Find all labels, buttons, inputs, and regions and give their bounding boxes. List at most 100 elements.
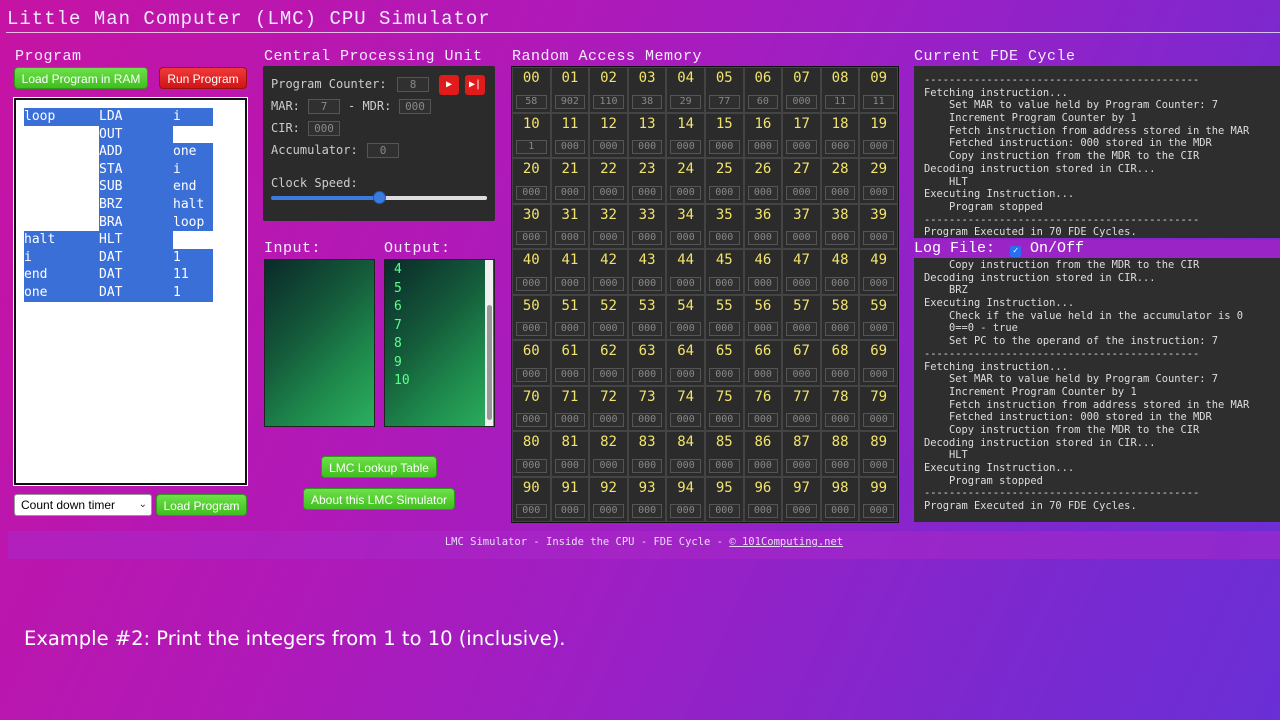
ram-value[interactable]: 000 (516, 276, 547, 291)
ram-value[interactable]: 000 (863, 140, 894, 154)
ram-value[interactable]: 000 (708, 413, 740, 427)
ram-value[interactable]: 000 (786, 458, 817, 473)
ram-value[interactable]: 000 (631, 140, 663, 154)
ram-value[interactable]: 000 (593, 185, 624, 200)
ram-value[interactable]: 000 (670, 231, 701, 245)
program-select[interactable]: Count down timer ⌄ (14, 494, 152, 516)
ram-value[interactable]: 000 (824, 322, 856, 336)
ram-value[interactable]: 000 (516, 322, 547, 336)
ram-value[interactable]: 58 (516, 94, 547, 109)
ram-value[interactable]: 000 (516, 367, 547, 382)
ram-value[interactable]: 000 (747, 276, 779, 291)
ram-value[interactable]: 000 (863, 231, 894, 245)
clock-speed-slider[interactable] (271, 191, 487, 204)
ram-value[interactable]: 38 (631, 94, 663, 109)
code-line[interactable]: ADD one (24, 143, 237, 161)
ram-value[interactable]: 000 (670, 276, 701, 291)
ram-value[interactable]: 000 (708, 504, 740, 518)
run-program-button[interactable]: Run Program (159, 67, 247, 89)
code-line[interactable]: OUT (24, 125, 237, 144)
ram-value[interactable]: 000 (824, 504, 856, 518)
ram-value[interactable]: 000 (863, 185, 894, 200)
ram-value[interactable]: 000 (747, 504, 779, 518)
ram-value[interactable]: 000 (747, 458, 779, 473)
ram-value[interactable]: 000 (670, 504, 701, 518)
ram-value[interactable]: 000 (708, 276, 740, 291)
ram-value[interactable]: 000 (824, 276, 856, 291)
code-line[interactable]: one DAT 1 (24, 283, 237, 302)
ram-value[interactable]: 000 (747, 413, 779, 427)
ram-value[interactable]: 000 (786, 504, 817, 518)
ram-value[interactable]: 000 (863, 322, 894, 336)
code-line[interactable]: BRZ halt (24, 195, 237, 214)
ram-value[interactable]: 000 (708, 231, 740, 245)
ram-value[interactable]: 000 (824, 367, 856, 382)
ram-value[interactable]: 11 (863, 94, 894, 109)
ram-value[interactable]: 1 (516, 140, 547, 154)
ram-value[interactable]: 000 (708, 322, 740, 336)
log-toggle-checkbox[interactable]: ✓ (1010, 246, 1022, 257)
code-line[interactable]: halt HLT (24, 231, 237, 249)
ram-value[interactable]: 000 (824, 413, 856, 427)
clock-speed-thumb[interactable] (373, 191, 386, 204)
ram-value[interactable]: 000 (593, 276, 624, 291)
ram-value[interactable]: 000 (631, 276, 663, 291)
ram-value[interactable]: 000 (593, 413, 624, 427)
ram-value[interactable]: 000 (593, 458, 624, 473)
code-line[interactable]: BRA loop (24, 213, 237, 232)
ram-value[interactable]: 000 (786, 140, 817, 154)
log-toggle-label[interactable]: On/Off (1030, 240, 1084, 257)
ram-value[interactable]: 77 (708, 94, 740, 109)
ram-value[interactable]: 000 (824, 231, 856, 245)
ram-value[interactable]: 000 (863, 504, 894, 518)
ram-value[interactable]: 000 (631, 413, 663, 427)
ram-value[interactable]: 000 (708, 458, 740, 473)
program-editor[interactable]: loop LDA i OUT ADD one STA i SUB end BRZ halt BRA loo… (13, 97, 248, 486)
code-line[interactable]: i DAT 1 (24, 248, 237, 267)
ram-value[interactable]: 000 (670, 367, 701, 382)
ram-value[interactable]: 000 (786, 367, 817, 382)
ram-value[interactable]: 000 (786, 322, 817, 336)
ram-value[interactable]: 60 (747, 94, 779, 109)
ram-value[interactable]: 000 (670, 140, 701, 154)
ram-value[interactable]: 000 (554, 140, 586, 154)
ram-value[interactable]: 000 (554, 231, 586, 245)
ram-value[interactable]: 000 (516, 413, 547, 427)
ram-value[interactable]: 000 (516, 185, 547, 200)
ram-value[interactable]: 000 (747, 367, 779, 382)
ram-value[interactable]: 000 (670, 458, 701, 473)
ram-value[interactable]: 000 (747, 322, 779, 336)
ram-value[interactable]: 000 (554, 504, 586, 518)
play-icon[interactable]: ▶ (439, 75, 459, 95)
ram-value[interactable]: 000 (786, 94, 817, 109)
about-simulator-button[interactable]: About this LMC Simulator (303, 488, 455, 510)
load-program-button[interactable]: Load Program (156, 494, 247, 516)
ram-value[interactable]: 000 (631, 322, 663, 336)
ram-value[interactable]: 000 (631, 231, 663, 245)
ram-value[interactable]: 000 (631, 185, 663, 200)
ram-value[interactable]: 11 (824, 94, 856, 109)
code-line[interactable]: end DAT 11 (24, 266, 237, 284)
ram-value[interactable]: 000 (631, 367, 663, 382)
load-program-in-ram-button[interactable]: Load Program in RAM (14, 67, 148, 89)
ram-value[interactable]: 000 (786, 231, 817, 245)
ram-value[interactable]: 000 (593, 504, 624, 518)
ram-value[interactable]: 110 (593, 94, 624, 109)
ram-value[interactable]: 000 (554, 185, 586, 200)
ram-value[interactable]: 000 (747, 231, 779, 245)
ram-value[interactable]: 000 (516, 504, 547, 518)
ram-value[interactable]: 29 (670, 94, 701, 109)
ram-value[interactable]: 000 (593, 140, 624, 154)
ram-value[interactable]: 000 (554, 458, 586, 473)
ram-value[interactable]: 000 (863, 458, 894, 473)
input-box[interactable] (264, 259, 375, 427)
ram-value[interactable]: 000 (670, 322, 701, 336)
ram-value[interactable]: 000 (554, 322, 586, 336)
ram-value[interactable]: 000 (786, 276, 817, 291)
ram-value[interactable]: 000 (786, 185, 817, 200)
ram-value[interactable]: 000 (863, 276, 894, 291)
step-icon[interactable]: ▶| (465, 75, 485, 95)
ram-value[interactable]: 000 (554, 276, 586, 291)
ram-value[interactable]: 000 (863, 367, 894, 382)
ram-value[interactable]: 000 (824, 140, 856, 154)
